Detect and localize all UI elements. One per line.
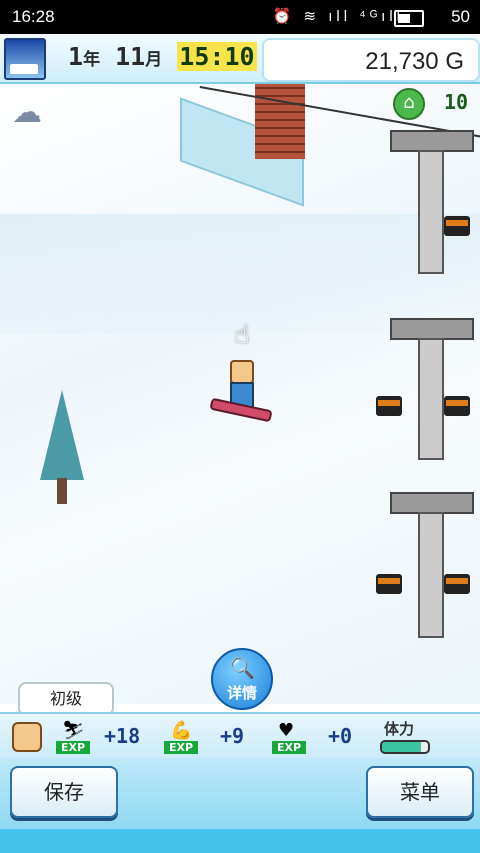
rank-up-icon: ⌂ xyxy=(393,88,425,120)
exp-tag: EXP xyxy=(56,741,90,754)
money-panel: 21,730 G xyxy=(262,38,480,82)
heart-exp-icon: ♥ EXP xyxy=(272,720,306,754)
year-unit: 年 xyxy=(83,50,101,70)
menu-button[interactable]: 菜单 xyxy=(366,766,474,818)
lift-pole[interactable] xyxy=(418,338,444,460)
game-header: 1年 11月 15:10 21,730 G xyxy=(0,34,480,84)
stamina-label: 体力 xyxy=(384,720,415,738)
lift-chair xyxy=(444,396,470,416)
snow-slope xyxy=(0,214,480,334)
ski-skill-icon: ⛷ xyxy=(62,720,85,741)
lift-chair xyxy=(376,574,402,594)
bottom-strip xyxy=(0,829,480,853)
game-date: 1年 11月 15:10 xyxy=(68,42,257,71)
lift-pole-top xyxy=(390,130,474,152)
lift-pole-top xyxy=(390,318,474,340)
heart-icon: ♥ xyxy=(278,720,295,741)
snowboarder-character[interactable] xyxy=(209,360,273,423)
snowy-pine-tree xyxy=(40,390,84,480)
battery-icon xyxy=(394,10,424,27)
tree-trunk xyxy=(57,478,67,504)
skill-exp-icon: ⛷ EXP xyxy=(56,720,90,754)
bottom-bar: 保存 菜单 xyxy=(0,758,480,853)
month-unit: 月 xyxy=(145,50,163,70)
save-button[interactable]: 保存 xyxy=(10,766,118,818)
strength-exp-value: +9 xyxy=(220,724,245,748)
rank-value: 10 xyxy=(444,90,469,114)
stamina-meter: 体力 xyxy=(380,718,430,754)
lift-chair xyxy=(376,396,402,416)
lift-chair xyxy=(444,574,470,594)
skill-level-bubble: 初级 xyxy=(18,682,114,723)
character-face-icon[interactable] xyxy=(12,722,42,752)
month-value: 11 xyxy=(115,42,146,71)
lift-pole-top xyxy=(390,492,474,514)
detail-button-label: 详情 xyxy=(226,684,257,702)
pointer-hand-icon: ☝ xyxy=(234,320,250,350)
battery-percent: 50 xyxy=(451,7,470,26)
lift-chair xyxy=(444,216,470,236)
status-time: 16:28 xyxy=(12,7,55,26)
money-value: 21,730 G xyxy=(365,48,464,75)
status-icons: ⏰ ≋ ıll ⁴ᴳıll xyxy=(272,8,404,25)
exp-tag: EXP xyxy=(272,741,306,754)
lift-station-tower[interactable] xyxy=(255,84,305,159)
character-head xyxy=(230,360,254,384)
character-stats-bar: ⛷ EXP +18 💪 EXP +9 ♥ EXP +0 体力 xyxy=(0,712,480,760)
game-time: 15:10 xyxy=(177,42,257,71)
skill-exp-value: +18 xyxy=(104,724,141,748)
stamina-fill xyxy=(382,742,422,752)
magnifier-icon: 🔍 xyxy=(230,656,255,680)
season-icon[interactable] xyxy=(4,38,46,80)
status-bar: 16:28 ⏰ ≋ ıll ⁴ᴳıll 50 xyxy=(0,0,480,34)
partly-cloudy-icon: ☁ xyxy=(12,95,42,130)
stamina-bar xyxy=(380,740,430,754)
lift-pole[interactable] xyxy=(418,150,444,274)
heart-exp-value: +0 xyxy=(328,724,353,748)
strength-exp-icon: 💪 EXP xyxy=(164,720,198,754)
year-value: 1 xyxy=(68,42,84,71)
exp-tag: EXP xyxy=(164,741,198,754)
lift-pole[interactable] xyxy=(418,512,444,638)
detail-button[interactable]: 🔍 详情 xyxy=(211,648,273,710)
muscle-icon: 💪 xyxy=(170,720,193,741)
